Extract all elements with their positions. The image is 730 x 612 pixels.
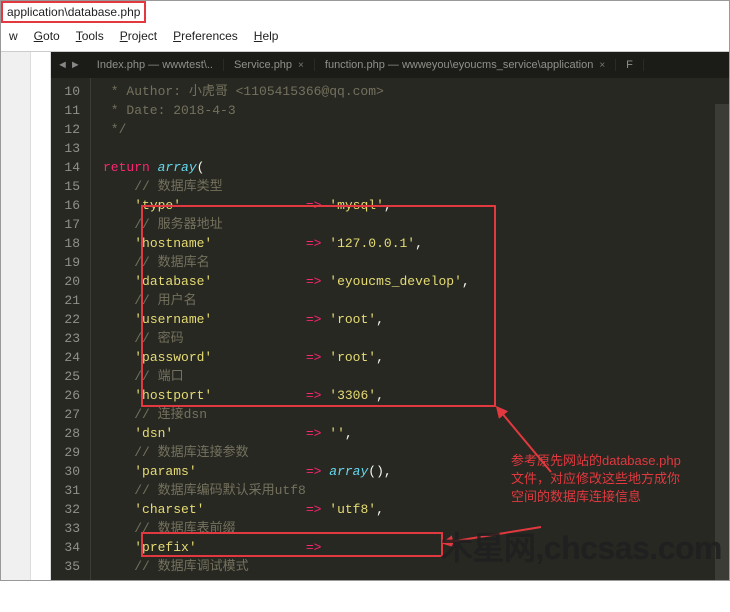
code-line[interactable]: // 端口 xyxy=(103,367,729,386)
window-title: application\database.php xyxy=(1,1,146,23)
code-line[interactable]: // 服务器地址 xyxy=(103,215,729,234)
code-line[interactable]: 'database' => 'eyoucms_develop', xyxy=(103,272,729,291)
menu-item-w[interactable]: w xyxy=(3,27,24,45)
watermark: 木星网,chcsas.com xyxy=(441,523,722,569)
close-icon[interactable]: × xyxy=(298,60,304,71)
tab-label: Service.php xyxy=(234,59,292,71)
code-line[interactable]: // 用户名 xyxy=(103,291,729,310)
tab-strip: ◄ ► Index.php — wwwtest\.. Service.php × fu… xyxy=(51,52,729,78)
editor-panel: ◄ ► Index.php — wwwtest\.. Service.php × fu… xyxy=(51,52,729,580)
menu-item-help[interactable]: Help xyxy=(248,27,285,45)
workspace: ◄ ► Index.php — wwwtest\.. Service.php × fu… xyxy=(1,51,729,580)
close-icon[interactable]: × xyxy=(599,60,605,71)
code-line[interactable]: 'dsn' => '', xyxy=(103,424,729,443)
code-line[interactable]: * Date: 2018-4-3 xyxy=(103,101,729,120)
menu-item-preferences[interactable]: Preferences xyxy=(167,27,244,45)
code-line[interactable]: 'hostname' => '127.0.0.1', xyxy=(103,234,729,253)
code-line[interactable]: 'password' => 'root', xyxy=(103,348,729,367)
code-line[interactable]: 'type' => 'mysql', xyxy=(103,196,729,215)
menu-item-project[interactable]: Project xyxy=(114,27,163,45)
tab-2[interactable]: function.php — wwweyou\eyoucms_service\a… xyxy=(315,59,616,71)
code-line[interactable] xyxy=(103,139,729,158)
code-line[interactable]: // 数据库名 xyxy=(103,253,729,272)
tab-1[interactable]: Service.php × xyxy=(224,59,315,71)
tab-3[interactable]: F xyxy=(616,59,644,71)
line-gutter: 1011121314151617181920212223242526272829… xyxy=(51,78,91,580)
annotation-text: 参考原先网站的database.php 文件，对应修改这些地方成你 空间的数据库… xyxy=(511,452,721,506)
tab-left-icon[interactable]: ◄ xyxy=(57,59,68,71)
tab-label: function.php — wwweyou\eyoucms_service\a… xyxy=(325,59,593,71)
code-line[interactable]: 'hostport' => '3306', xyxy=(103,386,729,405)
panel-divider[interactable] xyxy=(31,52,51,580)
code-line[interactable]: return array( xyxy=(103,158,729,177)
tab-label: Index.php — wwwtest\.. xyxy=(97,59,213,71)
tab-nav-arrows[interactable]: ◄ ► xyxy=(51,59,87,71)
code-line[interactable]: // 数据库类型 xyxy=(103,177,729,196)
scrollbar[interactable] xyxy=(715,104,729,580)
tab-0[interactable]: Index.php — wwwtest\.. xyxy=(87,59,224,71)
code-line[interactable]: // 密码 xyxy=(103,329,729,348)
tab-label: F xyxy=(626,59,633,71)
code-line[interactable]: */ xyxy=(103,120,729,139)
left-panel xyxy=(1,52,31,580)
tab-right-icon[interactable]: ► xyxy=(70,59,81,71)
menu-bar: wGotoToolsProjectPreferencesHelp xyxy=(1,23,729,51)
menu-item-tools[interactable]: Tools xyxy=(70,27,110,45)
code-line[interactable]: // 连接dsn xyxy=(103,405,729,424)
code-line[interactable]: 'username' => 'root', xyxy=(103,310,729,329)
code-line[interactable]: * Author: 小虎哥 <1105415366@qq.com> xyxy=(103,82,729,101)
menu-item-goto[interactable]: Goto xyxy=(28,27,66,45)
